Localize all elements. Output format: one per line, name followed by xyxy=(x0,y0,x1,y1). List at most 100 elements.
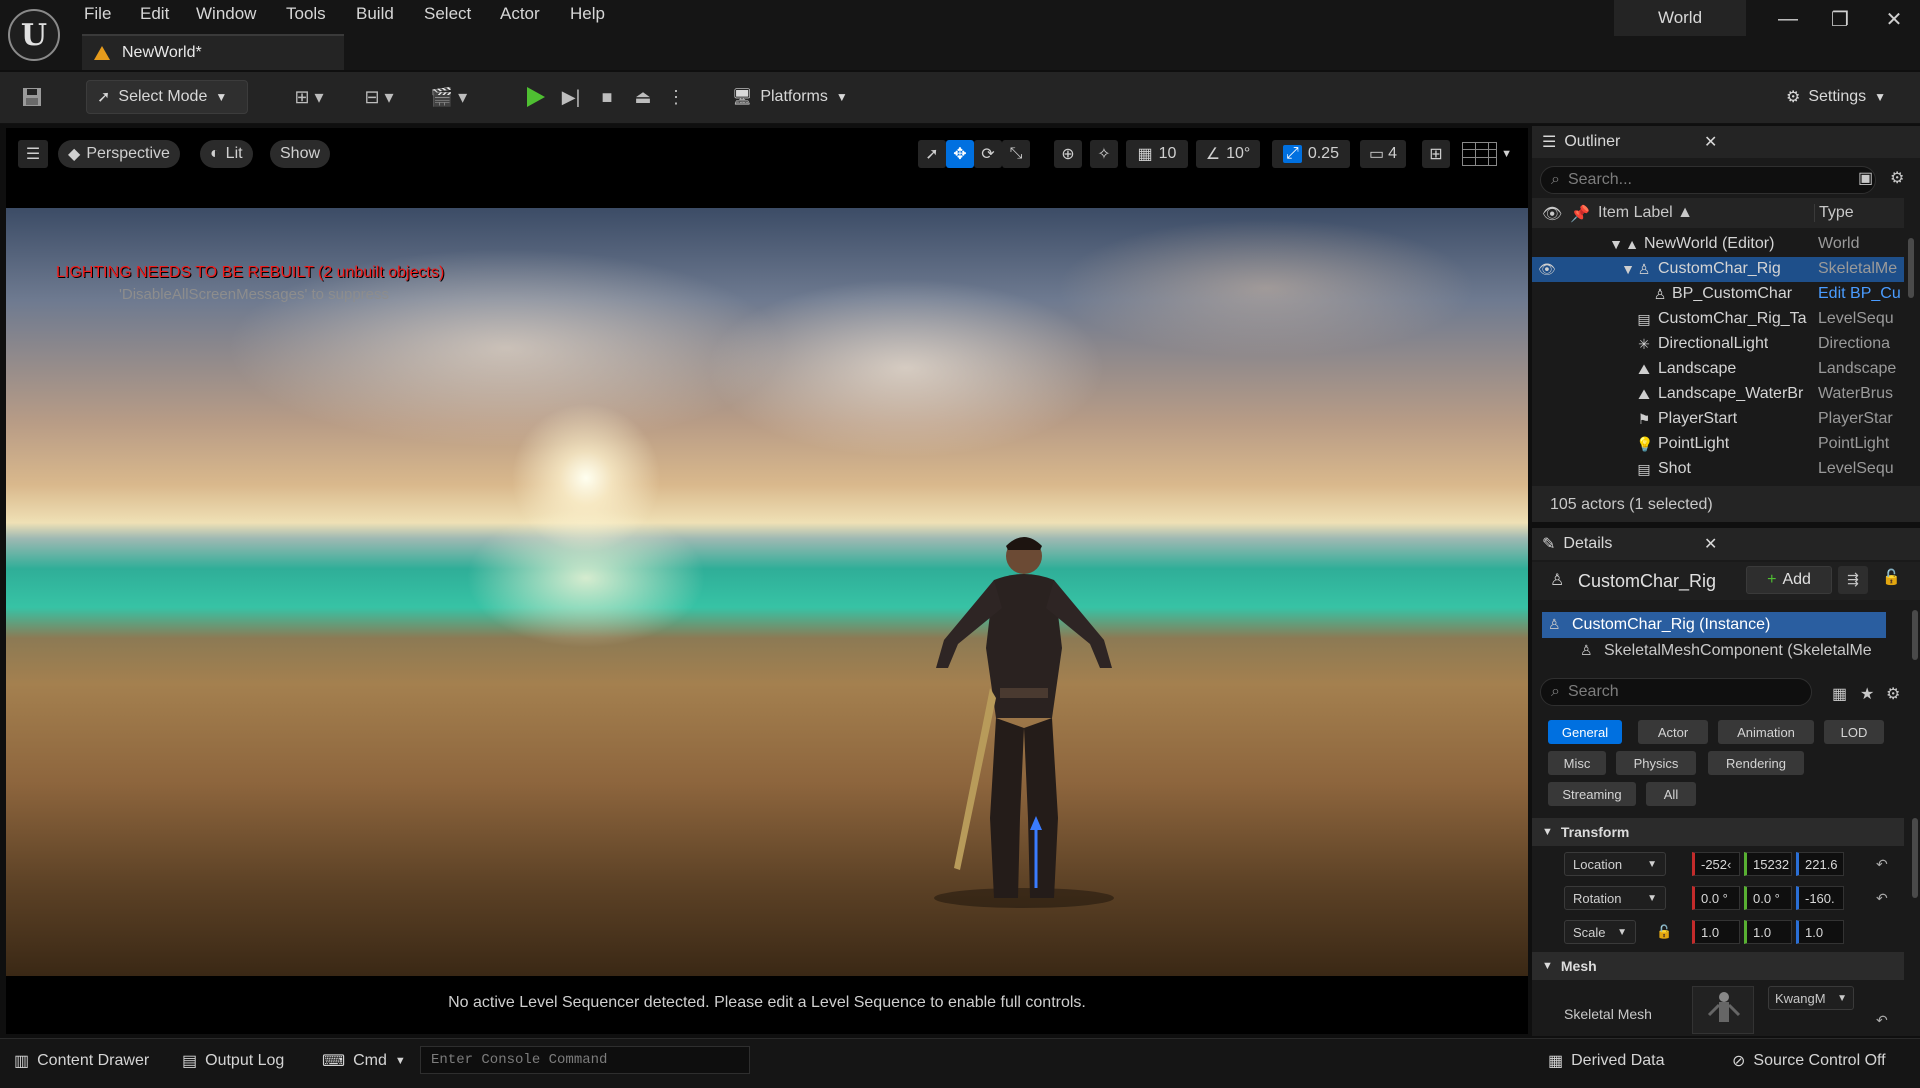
category-animation[interactable]: Animation xyxy=(1718,720,1814,744)
outliner-row[interactable]: ▼ ▲ NewWorld (Editor) World xyxy=(1532,232,1904,257)
transform-section-header[interactable]: ▼ Transform xyxy=(1532,818,1904,846)
location-x-field[interactable]: -252‹ xyxy=(1692,852,1740,876)
scale-tool-icon[interactable]: ⤡ xyxy=(1002,140,1030,168)
blueprint-icon[interactable]: ⊟ ▾ xyxy=(354,84,404,110)
menu-build[interactable]: Build xyxy=(356,4,394,26)
select-mode-dropdown[interactable]: ➚ Select Mode ▼ xyxy=(86,80,248,114)
close-icon[interactable]: ✕ xyxy=(1704,534,1717,554)
category-all[interactable]: All xyxy=(1646,782,1696,806)
outliner-row[interactable]: ⚑ PlayerStart PlayerStar xyxy=(1532,407,1904,432)
scale-z-field[interactable]: 1.0 xyxy=(1796,920,1844,944)
character-model[interactable] xyxy=(924,528,1124,908)
scale-y-field[interactable]: 1.0 xyxy=(1744,920,1792,944)
content-drawer-button[interactable]: ▥ Content Drawer xyxy=(6,1046,157,1076)
location-y-field[interactable]: 15232 xyxy=(1744,852,1792,876)
table-view-icon[interactable]: ▦ xyxy=(1832,684,1847,704)
new-folder-icon[interactable]: ▣ xyxy=(1858,168,1873,188)
save-icon[interactable] xyxy=(18,84,46,110)
output-log-button[interactable]: ▤ Output Log xyxy=(174,1046,292,1076)
item-label-column[interactable]: Item Label ▲ xyxy=(1598,204,1693,222)
location-z-field[interactable]: 221.6 xyxy=(1796,852,1844,876)
console-input[interactable]: Enter Console Command xyxy=(420,1046,750,1074)
skeletal-mesh-dropdown[interactable]: KwangM ▼ xyxy=(1768,986,1854,1010)
details-search[interactable]: ⌕ Search xyxy=(1540,678,1812,706)
gear-icon[interactable]: ⚙ xyxy=(1886,684,1900,704)
lit-button[interactable]: ◐ Lit xyxy=(200,140,253,168)
add-component-button[interactable]: + Add xyxy=(1746,566,1832,594)
outliner-row[interactable]: ♙ BP_CustomChar Edit BP_Cu xyxy=(1532,282,1904,307)
outliner-row[interactable]: ▤ CustomChar_Rig_Ta LevelSequ xyxy=(1532,307,1904,332)
menu-tools[interactable]: Tools xyxy=(286,4,326,26)
scale-dropdown[interactable]: Scale ▼ xyxy=(1564,920,1636,944)
unreal-logo-icon[interactable]: U xyxy=(8,9,60,61)
details-search-input[interactable]: Search xyxy=(1568,683,1619,701)
outliner-row[interactable]: ⛰ Landscape_WaterBr WaterBrus xyxy=(1532,382,1904,407)
component-row[interactable]: ♙ SkeletalMeshComponent (SkeletalMe xyxy=(1542,638,1886,664)
category-physics[interactable]: Physics xyxy=(1616,751,1696,775)
menu-file[interactable]: File xyxy=(84,4,111,26)
step-icon[interactable]: ▶︎| xyxy=(556,84,586,110)
lock-icon[interactable]: 🔓 xyxy=(1656,924,1672,940)
details-scrollbar[interactable] xyxy=(1912,818,1918,898)
derived-data-button[interactable]: ▦ Derived Data xyxy=(1540,1046,1673,1076)
scale-snap-button[interactable]: ⤢ 0.25 xyxy=(1272,140,1350,168)
component-row-selected[interactable]: ♙ CustomChar_Rig (Instance) xyxy=(1542,612,1886,638)
world-space-icon[interactable]: ⊕ xyxy=(1054,140,1082,168)
category-actor[interactable]: Actor xyxy=(1638,720,1708,744)
type-column[interactable]: Type xyxy=(1814,204,1854,222)
eye-icon[interactable]: 👁 xyxy=(1538,261,1556,277)
mesh-section-header[interactable]: ▼ Mesh xyxy=(1532,952,1904,980)
expand-arrow-icon[interactable]: ▼ xyxy=(1620,261,1636,277)
reset-icon[interactable]: ↶ xyxy=(1876,890,1888,907)
cinematics-icon[interactable]: 🎬 ▾ xyxy=(424,84,474,110)
menu-edit[interactable]: Edit xyxy=(140,4,169,26)
hamburger-menu-icon[interactable]: ☰ xyxy=(18,140,48,168)
reset-icon[interactable]: ↶ xyxy=(1876,1012,1888,1029)
stop-icon[interactable]: ■ xyxy=(592,84,622,110)
gear-icon[interactable]: ⚙ xyxy=(1890,168,1904,188)
outliner-search[interactable]: ⌕ Search... xyxy=(1540,166,1876,194)
blueprint-edit-icon[interactable]: ⇶ xyxy=(1838,566,1868,594)
menu-help[interactable]: Help xyxy=(570,4,605,26)
settings-dropdown[interactable]: ⚙ Settings ▼ xyxy=(1776,80,1906,114)
level-viewport[interactable]: ☰ ◆ Perspective ◐ Lit Show ➚ ✥ ⟳ ⤡ ⊕ ✧ ▦… xyxy=(6,128,1528,1034)
category-general[interactable]: General xyxy=(1548,720,1622,744)
more-options-icon[interactable]: ⋮ xyxy=(664,84,688,110)
source-control-button[interactable]: ⊘ Source Control Off xyxy=(1724,1046,1894,1076)
details-tab[interactable]: ✎ Details ✕ xyxy=(1532,528,1920,560)
outliner-search-input[interactable]: Search... xyxy=(1568,171,1632,189)
scale-x-field[interactable]: 1.0 xyxy=(1692,920,1740,944)
scene-render[interactable] xyxy=(6,208,1528,976)
surface-snap-icon[interactable]: ✧ xyxy=(1090,140,1118,168)
rotation-dropdown[interactable]: Rotation ▼ xyxy=(1564,886,1666,910)
close-icon[interactable]: ✕ xyxy=(1874,4,1914,34)
minimize-icon[interactable]: — xyxy=(1768,4,1808,34)
eject-icon[interactable]: ⏏ xyxy=(628,84,658,110)
edit-blueprint-link[interactable]: Edit BP_Cu xyxy=(1818,285,1904,303)
lock-icon[interactable]: 🔓 xyxy=(1882,568,1901,586)
outliner-row-selected[interactable]: 👁 ▼ ♙ CustomChar_Rig SkeletalMe xyxy=(1532,257,1904,282)
translate-tool-icon[interactable]: ✥ xyxy=(946,140,974,168)
outliner-row[interactable]: ✳ DirectionalLight Directiona xyxy=(1532,332,1904,357)
outliner-row[interactable]: ⛰ Landscape Landscape xyxy=(1532,357,1904,382)
perspective-button[interactable]: ◆ Perspective xyxy=(58,140,180,168)
angle-snap-button[interactable]: ∠ 10° xyxy=(1196,140,1260,168)
rotate-tool-icon[interactable]: ⟳ xyxy=(974,140,1002,168)
play-icon[interactable] xyxy=(520,84,550,110)
category-rendering[interactable]: Rendering xyxy=(1708,751,1804,775)
outliner-row[interactable]: ▤ Shot LevelSequ xyxy=(1532,457,1904,482)
add-actor-icon[interactable]: ⊞ ▾ xyxy=(284,84,334,110)
grid-snap-button[interactable]: ▦ 10 xyxy=(1126,140,1188,168)
outliner-tab[interactable]: ☰ Outliner ✕ xyxy=(1532,126,1920,158)
mesh-thumbnail[interactable] xyxy=(1692,986,1754,1034)
menu-actor[interactable]: Actor xyxy=(500,4,540,26)
layout-dropdown[interactable]: ▼ xyxy=(1458,140,1516,168)
cmd-dropdown[interactable]: ⌨ Cmd ▼ xyxy=(314,1046,414,1076)
category-lod[interactable]: LOD xyxy=(1824,720,1884,744)
select-tool-icon[interactable]: ➚ xyxy=(918,140,946,168)
reset-icon[interactable]: ↶ xyxy=(1876,856,1888,873)
category-misc[interactable]: Misc xyxy=(1548,751,1606,775)
camera-speed-button[interactable]: ▭ 4 xyxy=(1360,140,1406,168)
category-streaming[interactable]: Streaming xyxy=(1548,782,1636,806)
rotation-y-field[interactable]: 0.0 ° xyxy=(1744,886,1792,910)
